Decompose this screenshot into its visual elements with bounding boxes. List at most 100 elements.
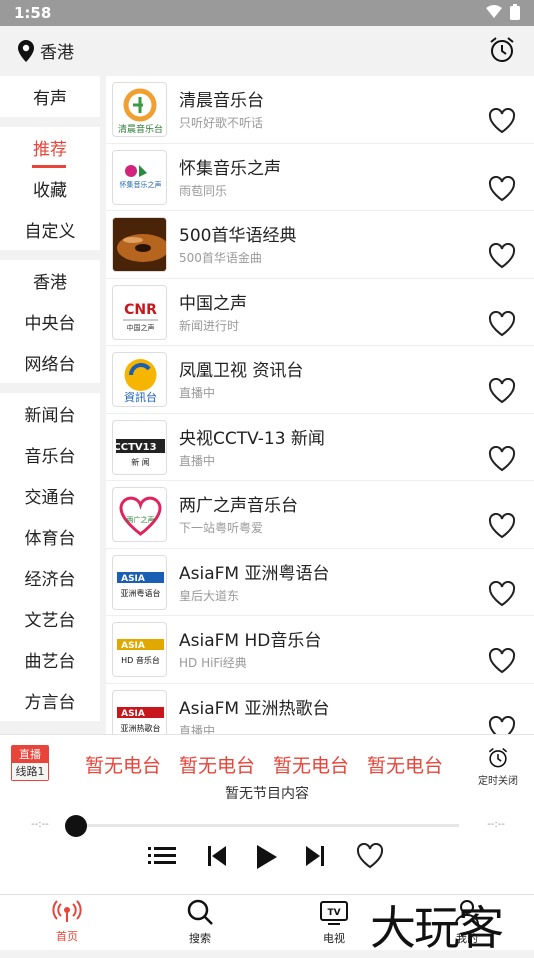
sidebar-item-news[interactable]: 新闻台 [0,393,100,434]
heart-icon [356,842,384,869]
marquee-text: 暂无电台 [179,755,256,777]
station-title: 两广之声音乐台 [179,496,298,516]
station-title: AsiaFM 亚洲热歌台 [179,698,330,719]
tab-label: 搜索 [189,932,211,945]
live-badge[interactable]: 直播 线路1 [11,745,49,781]
station-subtitle: 直播中 [179,386,216,400]
sidebar-group-3: 香港 中央台 网络台 [0,260,100,383]
station-subtitle: 新闻进行时 [179,318,240,333]
progress-knob[interactable] [65,815,87,837]
station-logo: CCTV13 新 闻 [112,419,167,475]
list-item[interactable]: ASIA HD 音乐台 AsiaFM HD音乐台 HD HiFi经典 [106,616,534,684]
heart-icon[interactable] [488,445,516,472]
svg-text:亚洲热歌台: 亚洲热歌台 [121,723,161,733]
sidebar-item-label: 香港 [33,273,67,293]
sidebar-item-sports[interactable]: 体育台 [0,516,100,557]
logo-text: ASIA [121,641,145,651]
list-item[interactable]: 怀集音乐之声 怀集音乐之声 雨苞同乐 [106,144,534,211]
sidebar-item-favorites[interactable]: 收藏 [0,168,100,209]
heart-icon[interactable] [488,715,516,735]
sidebar-item-label: 体育台 [24,529,76,549]
sidebar-item-music[interactable]: 音乐台 [0,434,100,475]
heart-icon[interactable] [488,513,516,539]
playlist-icon [148,847,176,864]
next-button[interactable] [304,843,326,873]
live-label: 直播 [12,746,48,763]
station-title: 清晨音乐台 [179,91,264,111]
sidebar-item-network[interactable]: 网络台 [0,342,100,383]
station-logo: 清晨音乐台 [112,82,167,137]
location-selector[interactable]: 香港 [16,38,74,63]
sleep-timer-button[interactable]: 定时关闭 [478,747,518,787]
play-icon [257,845,277,869]
list-item[interactable]: CCTV13 新 闻 央视CCTV-13 新闻 直播中 [106,414,534,481]
sidebar-item-audio[interactable]: 有声 [0,76,100,117]
sidebar-item-dialect[interactable]: 方言台 [0,680,100,721]
heart-icon[interactable] [488,580,516,607]
sidebar-item-label: 有声 [33,89,67,109]
heart-icon[interactable] [488,310,516,337]
sidebar-item-economy[interactable]: 经济台 [0,557,100,598]
sidebar-group-1: 有声 [0,76,100,117]
tab-tv[interactable]: TV 电视 [304,899,364,946]
heart-icon[interactable] [488,648,516,674]
station-subtitle: 下一站粤听粤爱 [179,521,264,535]
marquee-text: 暂无电台 [85,755,162,777]
station-subtitle: 直播中 [179,723,216,735]
sidebar-item-label: 中央台 [24,314,76,334]
tab-search[interactable]: 搜索 [170,899,230,946]
progress-bar[interactable]: --:-- --:-- [31,815,505,837]
location-pin-icon [18,39,34,62]
playlist-button[interactable] [148,843,178,873]
sidebar-item-custom[interactable]: 自定义 [0,209,100,250]
list-item[interactable]: ASIA 亚洲热歌台 AsiaFM 亚洲热歌台 直播中 [106,684,534,735]
alarm-button[interactable] [488,36,516,68]
list-item[interactable]: ASIA 亚洲粤语台 AsiaFM 亚洲粤语台 皇后大道东 [106,549,534,616]
watermark-text: 大玩客 [370,901,504,955]
marquee-text: 暂无电台 [367,755,444,777]
status-time: 1:58 [14,4,52,22]
list-item[interactable]: 两广之声 两广之声音乐台 下一站粤听粤爱 [106,481,534,549]
heart-icon[interactable] [488,378,516,404]
play-button[interactable] [254,843,278,875]
station-title: 怀集音乐之声 [179,158,281,179]
svg-text:中国之声: 中国之声 [127,323,155,332]
heart-icon[interactable] [488,243,516,269]
list-item[interactable]: CNR 中国之声 中国之声 新闻进行时 [106,279,534,346]
now-playing-marquee: 暂无电台 暂无电台 暂无电台 暂无电台 [85,751,463,778]
tab-home[interactable]: 首页 [37,899,97,944]
logo-text: ASIA [121,574,145,584]
sidebar-item-opera[interactable]: 曲艺台 [0,639,100,680]
heart-icon[interactable] [488,175,516,202]
sidebar-item-traffic[interactable]: 交通台 [0,475,100,516]
station-logo: ASIA 亚洲粤语台 [112,554,167,610]
heart-icon[interactable] [488,108,516,134]
station-title: 500首华语经典 [179,226,297,246]
playback-controls [148,842,388,875]
list-item[interactable]: 500首华语经典 500首华语金曲 [106,211,534,279]
previous-button[interactable] [206,843,228,873]
favorite-button[interactable] [356,842,384,873]
sidebar-item-arts[interactable]: 文艺台 [0,598,100,639]
sidebar-item-recommend[interactable]: 推荐 [0,127,100,168]
skip-previous-icon [208,846,226,866]
sidebar-item-label: 收藏 [33,181,67,201]
list-item[interactable]: 資訊台 凤凰卫视 资讯台 直播中 [106,346,534,414]
station-logo: 怀集音乐之声 [112,149,167,205]
sidebar-item-hongkong[interactable]: 香港 [0,260,100,301]
progress-track[interactable] [71,824,459,827]
station-subtitle: HD HiFi经典 [179,656,247,670]
sidebar-item-label: 曲艺台 [24,652,76,672]
sidebar-item-label: 新闻台 [24,406,76,426]
sidebar-group-4: 新闻台 音乐台 交通台 体育台 经济台 文艺台 曲艺台 方言台 [0,393,100,721]
tab-label: 电视 [323,932,345,945]
sidebar-item-label: 音乐台 [24,447,76,467]
sidebar: 有声 推荐 收藏 自定义 香港 中央台 网络台 新闻台 音乐台 交通台 体育台 … [0,76,100,734]
sidebar-item-label: 经济台 [24,570,76,590]
list-item[interactable]: 清晨音乐台 清晨音乐台 只听好歌不听话 [106,76,534,144]
station-subtitle: 皇后大道东 [179,588,240,603]
sidebar-item-central[interactable]: 中央台 [0,301,100,342]
top-bar: 香港 [0,26,534,76]
total-time: --:-- [487,819,505,830]
wifi-icon [486,5,502,18]
